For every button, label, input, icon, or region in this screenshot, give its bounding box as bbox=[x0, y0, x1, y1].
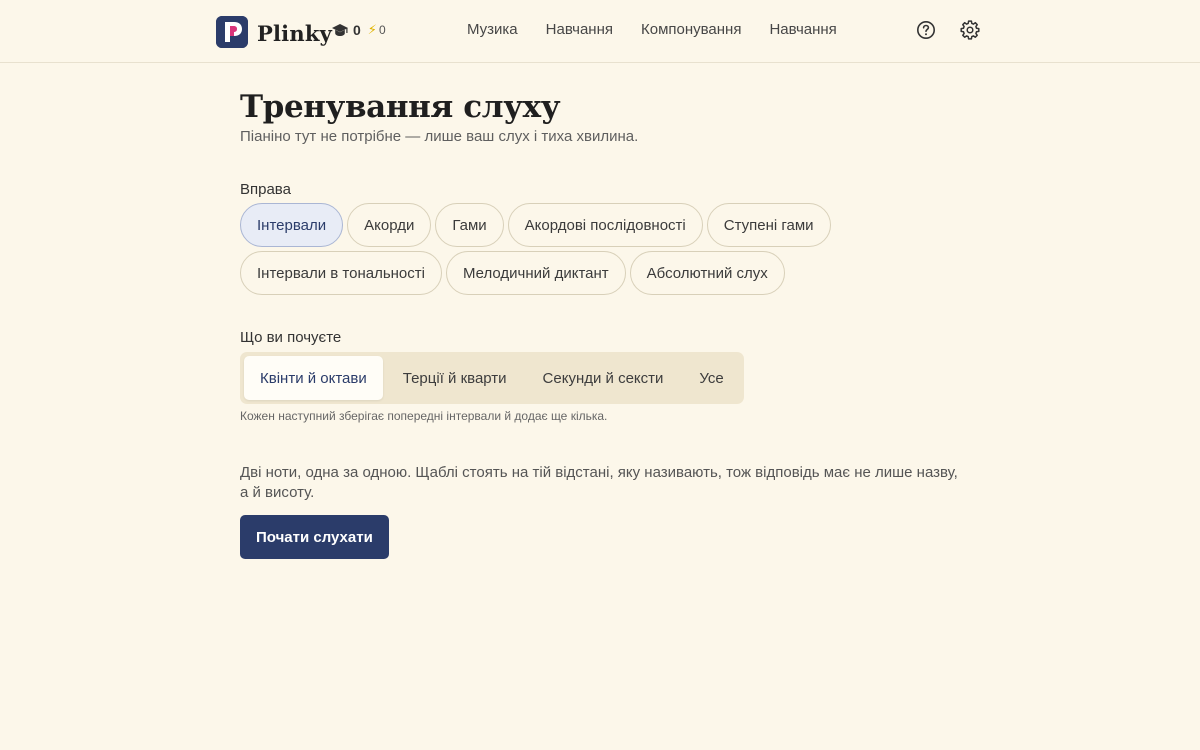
help-circle-icon[interactable] bbox=[916, 20, 936, 40]
courses-count: 0 bbox=[353, 22, 361, 38]
hear-option-seconds-sixths[interactable]: Секунди й сексти bbox=[527, 356, 680, 400]
exercise-option-melodic-dictation[interactable]: Мелодичний диктант bbox=[445, 251, 626, 295]
exercise-option-chord-progressions[interactable]: Акордові послідовності bbox=[507, 203, 703, 247]
nav-item-music[interactable]: Музика bbox=[467, 21, 518, 38]
top-actions bbox=[916, 20, 980, 40]
exercise-label: Вправа bbox=[240, 181, 291, 198]
hear-option-fifths-octaves[interactable]: Квінти й октави bbox=[244, 356, 383, 400]
main-nav: Музика Навчання Компонування Навчання bbox=[467, 21, 837, 38]
gear-icon[interactable] bbox=[960, 20, 980, 40]
exercise-option-scale-degrees[interactable]: Ступені гами bbox=[706, 203, 831, 247]
page-subtitle: Піаніно тут не потрібне — лише ваш слух … bbox=[240, 128, 639, 145]
exercise-option-intervals-in-key[interactable]: Інтервали в тональності bbox=[240, 251, 442, 295]
user-stats: 0 ⚡ 0 bbox=[332, 22, 386, 38]
logo bbox=[216, 15, 248, 48]
hear-option-thirds-fourths[interactable]: Терції й кварти bbox=[387, 356, 523, 400]
start-listening-button[interactable]: Почати слухати bbox=[240, 515, 389, 559]
exercise-option-absolute-pitch[interactable]: Абсолютний слух bbox=[629, 251, 785, 295]
exercise-options: Інтервали Акорди Гами Акордові послідовн… bbox=[240, 203, 880, 299]
main-content: Тренування слуху Піаніно тут не потрібне… bbox=[240, 88, 960, 559]
brand[interactable]: Plinky bbox=[216, 15, 332, 48]
streak-stat: ⚡ 0 bbox=[368, 22, 386, 38]
lightning-icon: ⚡ bbox=[367, 22, 377, 37]
nav-item-learning[interactable]: Навчання bbox=[546, 21, 613, 38]
courses-stat: 0 bbox=[332, 22, 361, 38]
hear-hint: Кожен наступний зберігає попередні інтер… bbox=[240, 409, 608, 423]
brand-name: Plinky bbox=[257, 21, 332, 46]
top-bar: Plinky 0 ⚡ 0 Музика Навчання Компонуванн… bbox=[0, 0, 1200, 63]
nav-item-learning-2[interactable]: Навчання bbox=[769, 21, 836, 38]
graduation-cap-icon bbox=[332, 23, 348, 36]
exercise-description: Дві ноти, одна за одною. Щаблі стоять на… bbox=[240, 464, 958, 501]
exercise-option-scales[interactable]: Гами bbox=[435, 203, 504, 247]
hear-option-all[interactable]: Усе bbox=[683, 356, 739, 400]
page-title: Тренування слуху bbox=[240, 89, 561, 125]
hear-label: Що ви почуєте bbox=[240, 329, 342, 346]
streak-count: 0 bbox=[378, 23, 386, 37]
hear-selector: Квінти й октави Терції й кварти Секунди … bbox=[240, 352, 744, 404]
exercise-option-chords[interactable]: Акорди bbox=[347, 203, 432, 247]
exercise-option-intervals[interactable]: Інтервали bbox=[240, 203, 344, 247]
nav-item-composing[interactable]: Компонування bbox=[641, 21, 741, 38]
logo-mark-icon bbox=[216, 15, 248, 48]
